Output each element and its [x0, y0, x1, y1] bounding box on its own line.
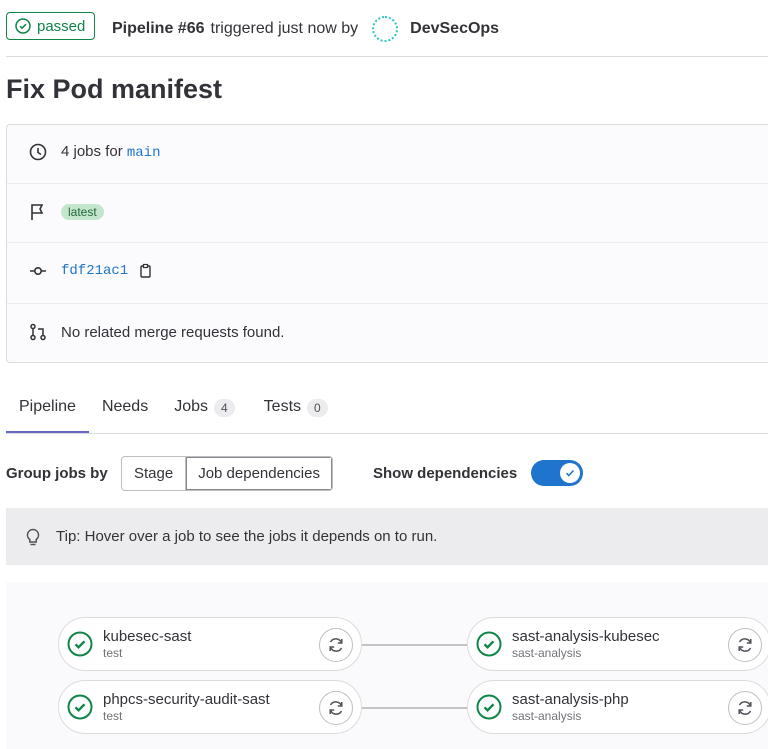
flag-icon [31, 204, 44, 220]
avatar[interactable] [372, 16, 399, 42]
pipeline-header: Pipeline #66 triggered just now by DevSe… [112, 16, 499, 42]
commit-icon [30, 267, 46, 276]
status-success-icon [476, 694, 502, 720]
retry-button[interactable] [728, 691, 762, 725]
dependency-line [361, 644, 469, 646]
job-stage: sast-analysis [512, 646, 582, 660]
pipeline-tabs: Pipeline Needs Jobs 4 Tests 0 [6, 388, 768, 434]
check-icon [565, 469, 575, 477]
job-stage: sast-analysis [512, 709, 582, 723]
job-name: sast-analysis-php [512, 691, 629, 708]
clock-icon [29, 143, 47, 161]
job-name: sast-analysis-kubesec [512, 628, 660, 645]
job-stage: test [103, 646, 123, 660]
tab-pipeline[interactable]: Pipeline [6, 388, 89, 433]
copy-icon[interactable] [138, 263, 154, 279]
job-name: phpcs-security-audit-sast [103, 691, 270, 708]
retry-button[interactable] [319, 691, 353, 725]
status-success-icon [67, 631, 93, 657]
latest-badge: latest [61, 204, 104, 220]
tab-label: Pipeline [19, 398, 76, 415]
tab-label: Needs [101, 398, 149, 415]
show-dependencies-label: Show dependencies [373, 465, 518, 482]
job-kubesec-sast[interactable]: kubesec-sast test [58, 617, 362, 671]
retry-button[interactable] [319, 628, 353, 662]
tab-jobs[interactable]: Jobs 4 [161, 388, 247, 433]
retry-icon [329, 701, 343, 715]
job-sast-analysis-php[interactable]: sast-analysis-php sast-analysis [467, 680, 768, 734]
divider [6, 56, 768, 57]
retry-icon [738, 701, 752, 715]
merge-request-text: No related merge requests found. [61, 323, 285, 341]
tip-text: Tip: Hover over a job to see the jobs it… [56, 528, 438, 545]
tab-tests[interactable]: Tests 0 [248, 388, 341, 433]
bulb-icon [26, 528, 40, 545]
tab-label: Jobs [174, 398, 208, 415]
job-dependencies-button[interactable]: Job dependencies [185, 457, 332, 490]
jobs-count-badge: 4 [213, 399, 235, 417]
check-circle-icon [15, 18, 31, 34]
group-jobs-label: Group jobs by [6, 465, 108, 482]
jobs-count-text: 4 jobs for [61, 143, 123, 160]
job-stage: test [103, 709, 123, 723]
branch-link[interactable]: main [127, 145, 161, 161]
status-badge[interactable]: passed [6, 12, 96, 40]
status-success-icon [67, 694, 93, 720]
pipeline-graph: kubesec-sast test phpcs-security-audit-sa… [6, 582, 768, 749]
tab-label: Tests [263, 398, 302, 415]
tip-alert: Tip: Hover over a job to see the jobs it… [6, 508, 768, 565]
pipeline-info-card: 4 jobs for main latest fdf21ac1 No relat… [6, 124, 768, 363]
status-success-icon [476, 631, 502, 657]
job-sast-analysis-kubesec[interactable]: sast-analysis-kubesec sast-analysis [467, 617, 768, 671]
job-name: kubesec-sast [103, 628, 192, 645]
retry-button[interactable] [728, 628, 762, 662]
show-dependencies-toggle[interactable] [531, 460, 583, 486]
retry-icon [738, 638, 752, 652]
user-link[interactable]: DevSecOps [410, 20, 499, 38]
triggered-text: triggered just now by [210, 20, 359, 37]
dependency-line [361, 707, 469, 709]
page-title: Fix Pod manifest [6, 74, 223, 104]
merge-request-icon [30, 323, 46, 341]
tests-count-badge: 0 [307, 399, 328, 417]
retry-icon [329, 638, 343, 652]
tab-needs[interactable]: Needs [89, 388, 161, 433]
pipeline-id: Pipeline #66 [112, 20, 205, 37]
job-phpcs-security-audit-sast[interactable]: phpcs-security-audit-sast test [58, 680, 362, 734]
group-by-segmented-control: Stage Job dependencies [121, 456, 333, 491]
status-label: passed [37, 17, 86, 35]
stage-button[interactable]: Stage [122, 457, 185, 490]
commit-sha-link[interactable]: fdf21ac1 [61, 263, 128, 279]
